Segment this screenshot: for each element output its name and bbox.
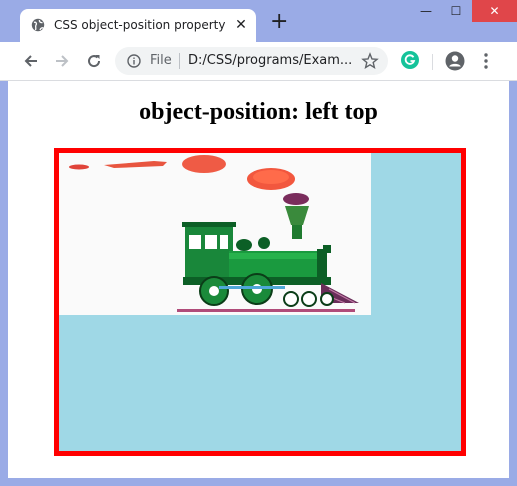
reload-button[interactable]	[84, 51, 104, 71]
minimize-button[interactable]: —	[411, 0, 441, 22]
address-bar[interactable]: File D:/CSS/programs/Exam...	[115, 47, 388, 75]
tab-strip: CSS object-position property ✕ + — ☐ ✕	[0, 0, 517, 42]
browser-tab[interactable]: CSS object-position property ✕	[20, 9, 256, 42]
smoke-puff-icon	[182, 155, 226, 173]
new-tab-button[interactable]: +	[270, 11, 288, 33]
arrow-left-icon	[24, 55, 37, 67]
arrow-right-icon	[56, 55, 69, 67]
close-icon: ✕	[489, 4, 500, 18]
globe-icon	[31, 18, 45, 32]
url-text[interactable]: D:/CSS/programs/Exam...	[188, 53, 352, 68]
reload-icon	[88, 55, 101, 68]
smoke-puff-icon	[253, 170, 289, 184]
grammarly-icon[interactable]	[401, 51, 419, 69]
back-button[interactable]	[21, 51, 41, 71]
browser-toolbar: File D:/CSS/programs/Exam...	[0, 42, 517, 81]
page-heading: object-position: left top	[139, 99, 378, 125]
smoke-puff-icon	[69, 164, 89, 170]
omnibox-divider	[179, 53, 180, 69]
tab-close-icon[interactable]: ✕	[234, 18, 248, 32]
toolbar-divider	[432, 54, 433, 70]
object-position-frame	[54, 148, 466, 456]
close-window-button[interactable]: ✕	[472, 0, 517, 22]
smoke-puff-icon	[283, 193, 309, 205]
info-icon[interactable]	[127, 54, 141, 68]
tab-title: CSS object-position property	[54, 18, 226, 32]
minimize-icon: —	[420, 4, 432, 18]
maximize-icon: ☐	[450, 4, 462, 18]
maximize-button[interactable]: ☐	[441, 0, 471, 22]
train-image	[59, 153, 371, 315]
star-icon[interactable]	[361, 52, 379, 70]
scheme-label: File	[150, 53, 172, 68]
account-icon[interactable]	[445, 51, 465, 71]
forward-button[interactable]	[52, 51, 72, 71]
page-viewport: object-position: left top	[8, 81, 509, 478]
kebab-menu-icon[interactable]	[481, 52, 491, 70]
browser-window: CSS object-position property ✕ + — ☐ ✕ F…	[0, 0, 517, 486]
